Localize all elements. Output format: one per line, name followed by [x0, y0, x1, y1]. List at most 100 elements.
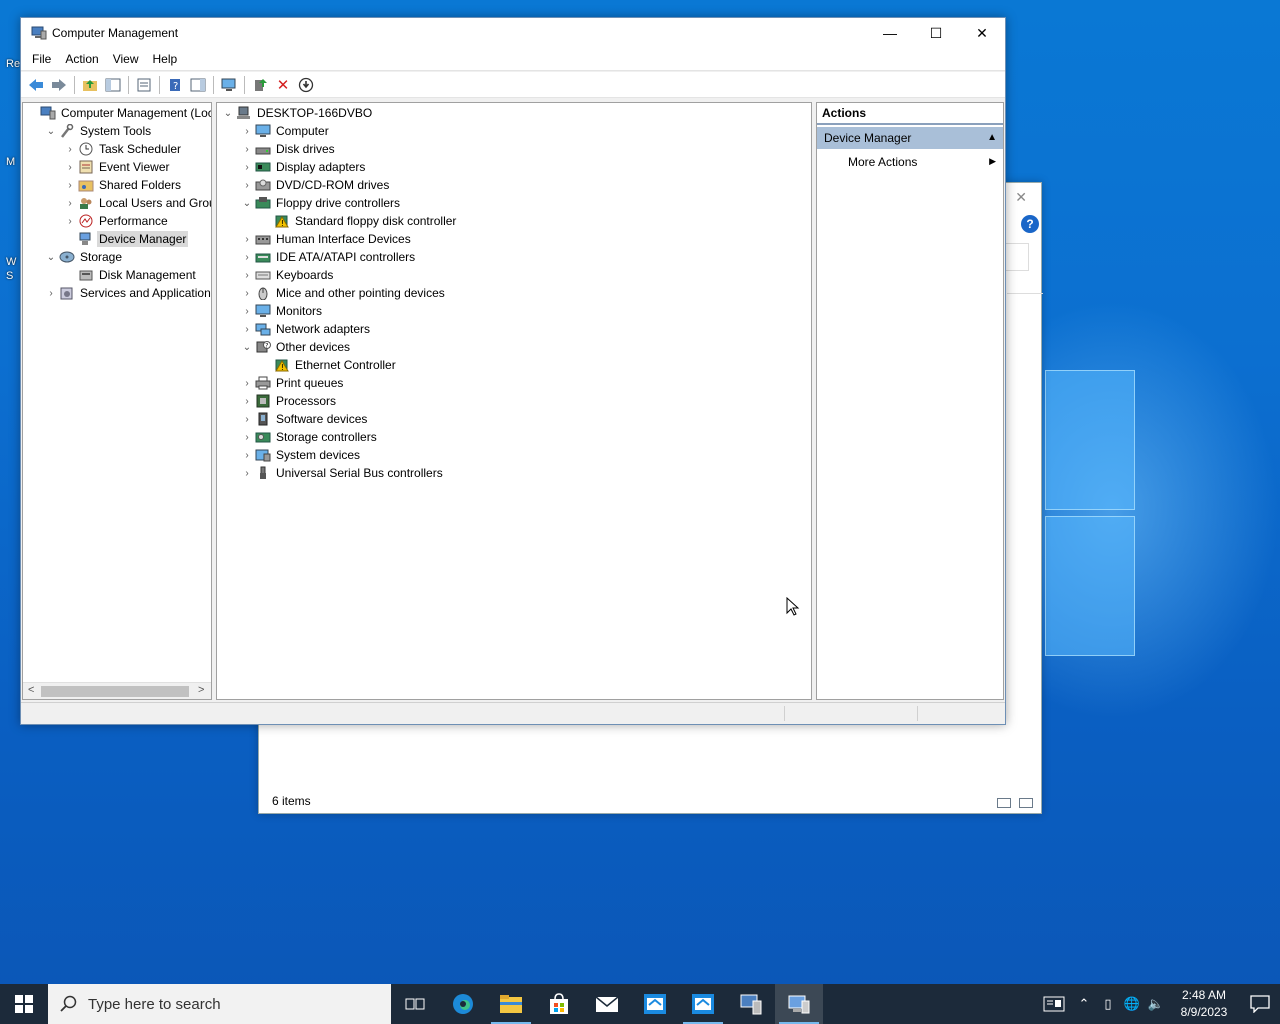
help-icon[interactable]: ?	[1021, 215, 1039, 233]
expander-chevron-icon[interactable]: ›	[241, 126, 253, 137]
update-driver-button[interactable]	[250, 75, 270, 95]
actions-section-device-manager[interactable]: Device Manager ▲	[817, 127, 1003, 149]
menu-view[interactable]: View	[106, 52, 146, 66]
taskbar-search-box[interactable]: Type here to search	[48, 984, 391, 1024]
expander-chevron-icon[interactable]: ›	[241, 270, 253, 281]
tree-item-ethernet-controller[interactable]: ! Ethernet Controller	[260, 356, 398, 374]
scroll-left-icon[interactable]: <	[28, 684, 34, 696]
tree-item-monitors[interactable]: › Monitors	[241, 302, 324, 320]
device-tree-pane[interactable]: ⌄ DESKTOP-166DVBO › Computer › Disk drives › Di…	[216, 102, 812, 700]
back-button[interactable]	[26, 75, 46, 95]
menu-action[interactable]: Action	[58, 52, 105, 66]
show-hide-tree-button[interactable]	[103, 75, 123, 95]
tree-item-storage-controllers[interactable]: › Storage controllers	[241, 428, 379, 446]
expander-chevron-icon[interactable]: ›	[241, 396, 253, 407]
tree-item-processors[interactable]: › Processors	[241, 392, 338, 410]
tree-item-computer[interactable]: › Computer	[241, 122, 331, 140]
expander-chevron-icon[interactable]: ›	[64, 162, 76, 173]
device-icon[interactable]: ▯	[1096, 984, 1120, 1024]
tree-item-software-devices[interactable]: › Software devices	[241, 410, 369, 428]
tree-item-task-scheduler[interactable]: › Task Scheduler	[64, 140, 183, 158]
tree-item-human-interface-devices[interactable]: › Human Interface Devices	[241, 230, 413, 248]
tree-item-display-adapters[interactable]: › Display adapters	[241, 158, 367, 176]
up-folder-button[interactable]	[80, 75, 100, 95]
tree-item-computer-management-local[interactable]: Computer Management (Local	[26, 104, 211, 122]
menu-help[interactable]: Help	[146, 52, 185, 66]
desktop-icon-label[interactable]: S	[6, 270, 13, 282]
tree-item-disk-management[interactable]: Disk Management	[64, 266, 198, 284]
tree-item-storage[interactable]: ⌄ Storage	[45, 248, 124, 266]
tree-item-shared-folders[interactable]: › Shared Folders	[64, 176, 183, 194]
collapse-up-icon[interactable]: ▲	[987, 132, 997, 143]
tree-item-device-manager[interactable]: Device Manager	[64, 230, 189, 248]
volume-muted-icon[interactable]: 🔈	[1144, 984, 1168, 1024]
expander-chevron-icon[interactable]: ›	[241, 252, 253, 263]
title-bar[interactable]: Computer Management — ☐ ✕	[21, 18, 1005, 48]
tree-item-system-devices[interactable]: › System devices	[241, 446, 362, 464]
help-button[interactable]: ?	[165, 75, 185, 95]
tree-item-floppy-drive-controllers[interactable]: ⌄ Floppy drive controllers	[241, 194, 402, 212]
expander-chevron-icon[interactable]: ⌄	[241, 342, 253, 353]
tree-item-desktop-166dvbo[interactable]: ⌄ DESKTOP-166DVBO	[222, 104, 374, 122]
desktop-icon-label[interactable]: Re	[6, 58, 20, 70]
expander-chevron-icon[interactable]: ›	[64, 198, 76, 209]
console-tree-pane[interactable]: Computer Management (Local ⌄ System Tools ›…	[22, 102, 212, 700]
expander-chevron-icon[interactable]: ⌄	[45, 252, 57, 263]
expander-chevron-icon[interactable]: ›	[241, 144, 253, 155]
expander-chevron-icon[interactable]: ›	[241, 378, 253, 389]
control-panel-taskbar-button[interactable]	[727, 984, 775, 1024]
horizontal-scrollbar[interactable]: < >	[23, 682, 211, 699]
forward-button[interactable]	[49, 75, 69, 95]
network-globe-icon[interactable]: 🌐	[1120, 984, 1144, 1024]
tree-item-dvd-cd-rom-drives[interactable]: › DVD/CD-ROM drives	[241, 176, 391, 194]
app-taskbar-button-2[interactable]	[679, 984, 727, 1024]
file-explorer-taskbar-button[interactable]	[487, 984, 535, 1024]
expander-chevron-icon[interactable]: ⌄	[241, 198, 253, 209]
computer-management-window[interactable]: Computer Management — ☐ ✕ File Action Vi…	[20, 17, 1006, 725]
scan-hardware-button[interactable]	[219, 75, 239, 95]
tree-item-performance[interactable]: › Performance	[64, 212, 170, 230]
tree-item-system-tools[interactable]: ⌄ System Tools	[45, 122, 153, 140]
tree-item-local-users-and-groups[interactable]: › Local Users and Groups	[64, 194, 211, 212]
edge-taskbar-button[interactable]	[439, 984, 487, 1024]
maximize-button[interactable]: ☐	[913, 18, 959, 48]
expander-chevron-icon[interactable]: ›	[241, 414, 253, 425]
tree-item-standard-floppy-disk-controller[interactable]: ! Standard floppy disk controller	[260, 212, 458, 230]
task-view-button[interactable]	[391, 984, 439, 1024]
expander-chevron-icon[interactable]: ›	[241, 432, 253, 443]
action-pane-button[interactable]	[188, 75, 208, 95]
store-taskbar-button[interactable]	[535, 984, 583, 1024]
news-widget-icon[interactable]	[1036, 984, 1072, 1024]
expander-chevron-icon[interactable]: ›	[241, 306, 253, 317]
expander-chevron-icon[interactable]: ›	[241, 450, 253, 461]
background-input-box[interactable]	[1003, 243, 1029, 271]
menu-file[interactable]: File	[25, 52, 58, 66]
properties-button[interactable]	[134, 75, 154, 95]
expander-chevron-icon[interactable]: ›	[241, 180, 253, 191]
show-hidden-icons-chevron-icon[interactable]: ⌃	[1072, 984, 1096, 1024]
desktop-icon-label[interactable]: W	[6, 256, 16, 268]
expander-chevron-icon[interactable]: ›	[241, 324, 253, 335]
notification-center-button[interactable]	[1240, 995, 1280, 1013]
view-toggle[interactable]	[997, 798, 1033, 808]
expander-chevron-icon[interactable]: ›	[241, 162, 253, 173]
expander-chevron-icon[interactable]: ›	[64, 216, 76, 227]
close-icon[interactable]: ✕	[1015, 189, 1027, 206]
scroll-right-icon[interactable]: >	[198, 684, 204, 696]
tree-item-services-and-applications[interactable]: › Services and Applications	[45, 284, 211, 302]
desktop-icon-label[interactable]: M	[6, 156, 15, 168]
uninstall-device-button[interactable]: ✕	[273, 75, 293, 95]
details-view-icon[interactable]	[997, 798, 1011, 808]
computer-management-taskbar-button[interactable]	[775, 984, 823, 1024]
tree-item-disk-drives[interactable]: › Disk drives	[241, 140, 337, 158]
tree-item-event-viewer[interactable]: › Event Viewer	[64, 158, 171, 176]
expander-chevron-icon[interactable]: ›	[64, 180, 76, 191]
tree-item-ide-ata-atapi-controllers[interactable]: › IDE ATA/ATAPI controllers	[241, 248, 417, 266]
tree-item-network-adapters[interactable]: › Network adapters	[241, 320, 372, 338]
tree-item-keyboards[interactable]: › Keyboards	[241, 266, 335, 284]
expander-chevron-icon[interactable]: ›	[241, 234, 253, 245]
tree-item-other-devices[interactable]: ⌄? Other devices	[241, 338, 352, 356]
app-taskbar-button[interactable]	[631, 984, 679, 1024]
scrollbar-thumb[interactable]	[41, 686, 189, 697]
mail-taskbar-button[interactable]	[583, 984, 631, 1024]
